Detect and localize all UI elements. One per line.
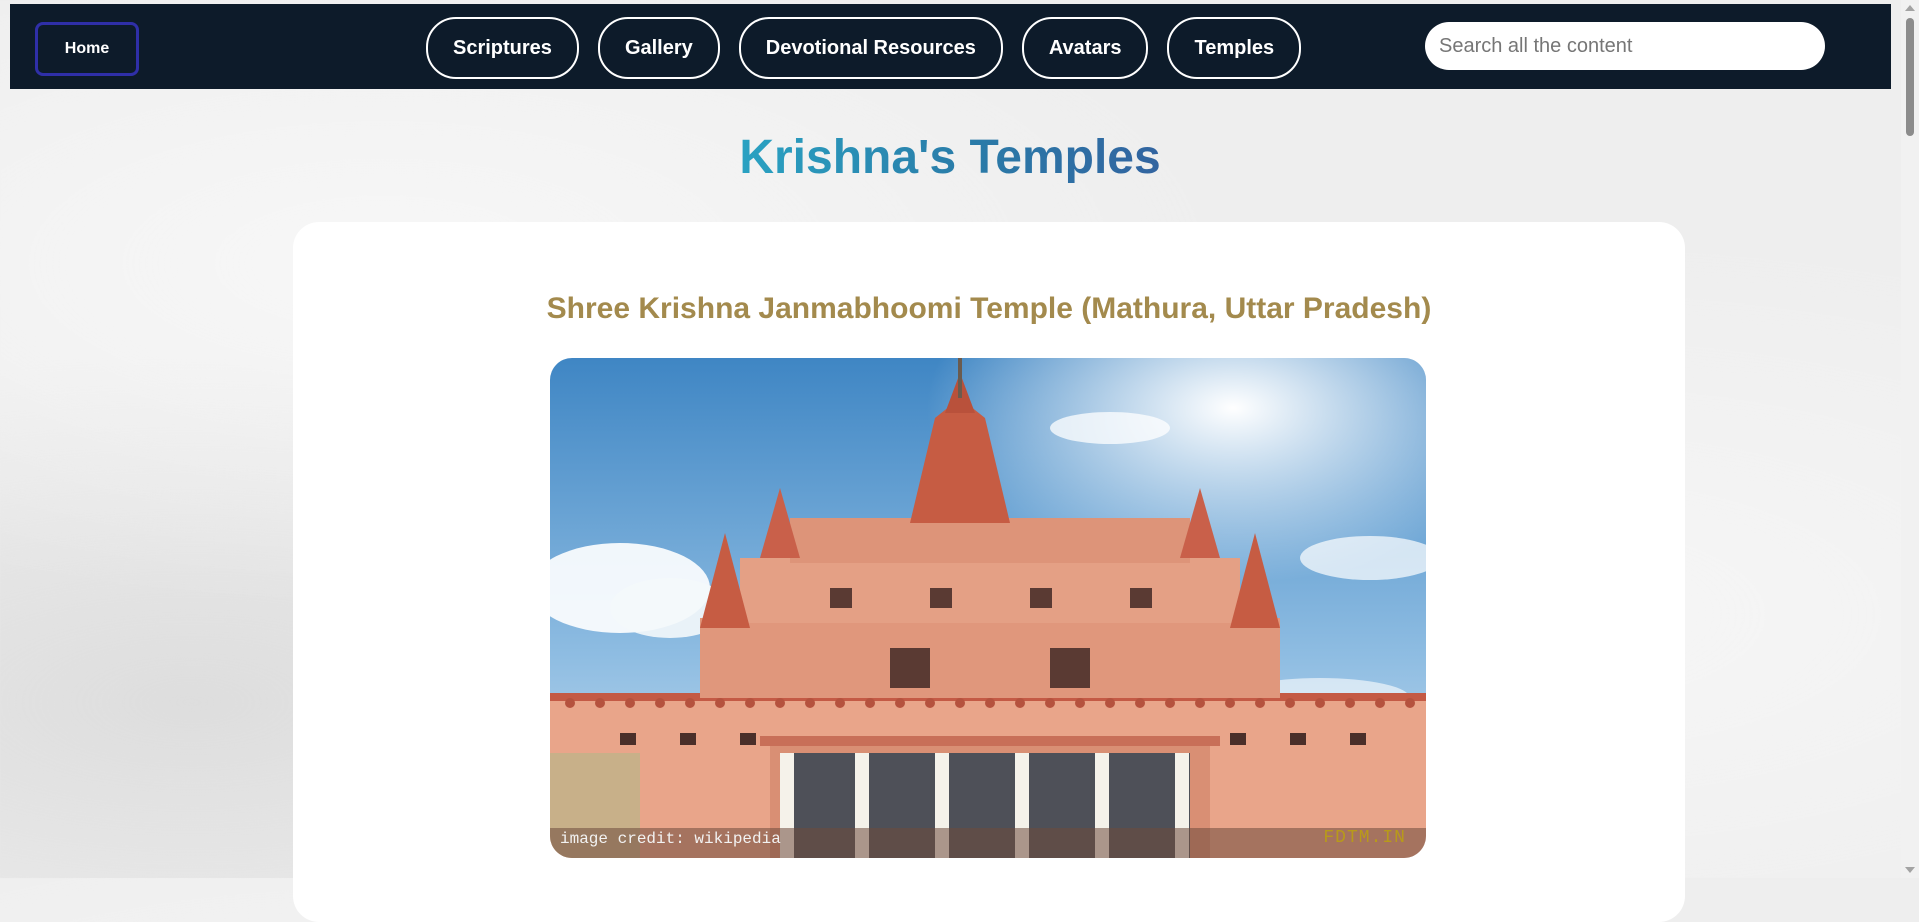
nav-link-gallery[interactable]: Gallery xyxy=(597,17,720,79)
page-title: Krishna's Temples xyxy=(0,130,1900,185)
temple-photo: image credit: wikipedia FDTM.IN xyxy=(550,358,1426,858)
nav-link-avatars[interactable]: Avatars xyxy=(1021,17,1149,79)
top-navbar: Home Scriptures Gallery Devotional Resou… xyxy=(10,4,1891,89)
nav-link-devotional-resources[interactable]: Devotional Resources xyxy=(738,17,1003,79)
page-title-text: Krishna's Temples xyxy=(739,131,1161,184)
scrollbar-thumb[interactable] xyxy=(1906,18,1914,136)
nav-link-temples[interactable]: Temples xyxy=(1167,17,1302,79)
page-scrollbar[interactable] xyxy=(1901,0,1919,878)
scroll-up-arrow-icon[interactable] xyxy=(1905,5,1915,11)
nav-links: Scriptures Gallery Devotional Resources … xyxy=(426,17,1302,79)
watermark: FDTM.IN xyxy=(1323,828,1406,848)
search-input[interactable] xyxy=(1425,22,1825,70)
home-button[interactable]: Home xyxy=(35,22,139,76)
temple-illustration xyxy=(550,358,1426,858)
scroll-down-arrow-icon[interactable] xyxy=(1905,867,1915,873)
temple-title: Shree Krishna Janmabhoomi Temple (Mathur… xyxy=(546,292,1432,325)
image-credit: image credit: wikipedia xyxy=(560,830,781,848)
temple-card: Shree Krishna Janmabhoomi Temple (Mathur… xyxy=(293,222,1685,922)
nav-link-scriptures[interactable]: Scriptures xyxy=(426,17,579,79)
